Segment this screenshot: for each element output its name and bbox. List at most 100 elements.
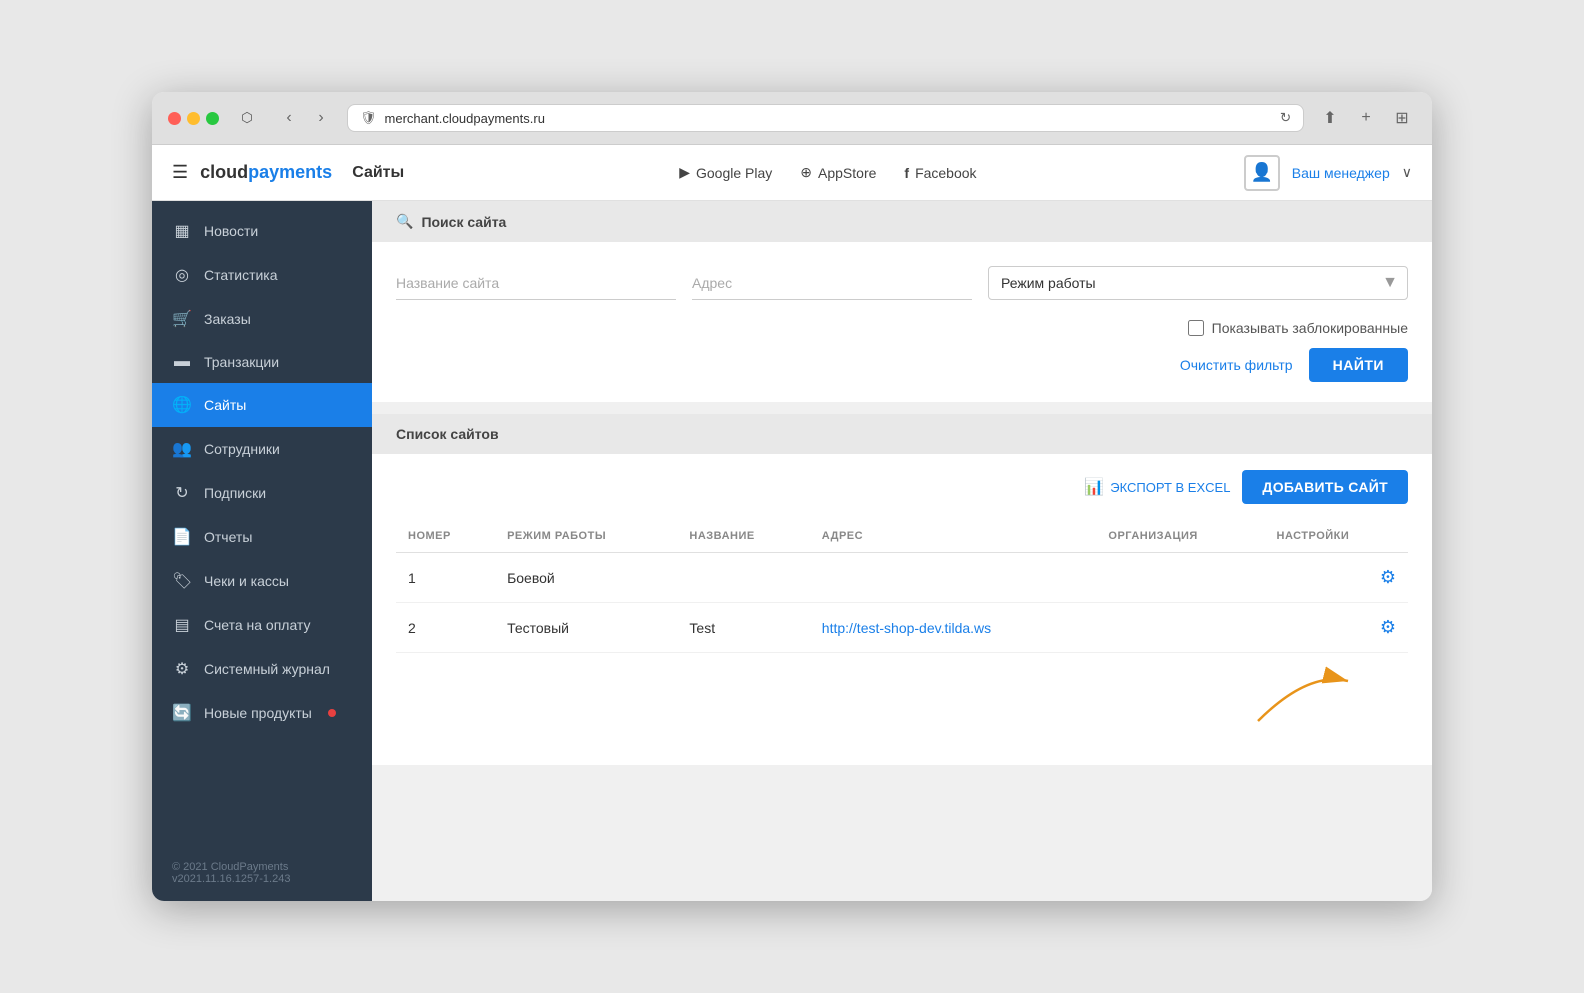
sidebar-label-invoices: Счета на оплату xyxy=(204,617,311,633)
table-header-row: НОМЕР РЕЖИМ РАБОТЫ НАЗВАНИЕ АДРЕС ОРГАНИ… xyxy=(396,520,1408,553)
row2-settings-button[interactable]: ⚙ xyxy=(1380,617,1396,638)
sites-table: НОМЕР РЕЖИМ РАБОТЫ НАЗВАНИЕ АДРЕС ОРГАНИ… xyxy=(396,520,1408,653)
close-dot[interactable] xyxy=(168,112,181,125)
sidebar-item-newproducts[interactable]: 🔄 Новые продукты xyxy=(152,691,372,735)
search-form: Режим работы Боевой Тестовый ▼ Показыват… xyxy=(372,242,1432,402)
sidebar-label-sites: Сайты xyxy=(204,397,246,413)
top-bar: ☰ cloudpayments Сайты ▶ Google Play ⊕ Ap… xyxy=(152,145,1432,201)
sidebar-label-statistics: Статистика xyxy=(204,267,278,283)
sidebar-label-reports: Отчеты xyxy=(204,529,252,545)
sidebar-item-news[interactable]: ▦ Новости xyxy=(152,209,372,253)
table-body: 1 Боевой ⚙ 2 xyxy=(396,553,1408,653)
sidebar-item-invoices[interactable]: ▤ Счета на оплату xyxy=(152,603,372,647)
mode-select[interactable]: Режим работы Боевой Тестовый xyxy=(988,266,1408,300)
sidebar-item-subscriptions[interactable]: ↻ Подписки xyxy=(152,471,372,515)
row2-organization xyxy=(1096,603,1264,653)
extensions-button[interactable]: ⊞ xyxy=(1388,104,1416,132)
sidebar-item-reports[interactable]: 📄 Отчеты xyxy=(152,515,372,559)
sites-toolbar: 📊 ЭКСПОРТ В EXCEL ДОБАВИТЬ САЙТ xyxy=(396,470,1408,504)
address-input[interactable] xyxy=(692,267,972,300)
sidebar-label-subscriptions: Подписки xyxy=(204,485,266,501)
share-button[interactable]: ⬆ xyxy=(1316,104,1344,132)
row1-mode: Боевой xyxy=(495,553,677,603)
reload-button[interactable]: ↻ xyxy=(1280,110,1291,126)
chevron-down-icon[interactable]: ∨ xyxy=(1402,164,1412,181)
employees-icon: 👥 xyxy=(172,439,192,459)
app-layout: ▦ Новости ◎ Статистика 🛒 Заказы ▬ Транза… xyxy=(152,201,1432,901)
logo-cloud-part: cloud xyxy=(200,162,248,182)
export-excel-button[interactable]: 📊 ЭКСПОРТ В EXCEL xyxy=(1084,477,1230,497)
site-name-input[interactable] xyxy=(396,267,676,300)
clear-filter-button[interactable]: Очистить фильтр xyxy=(1176,349,1297,381)
new-tab-button[interactable]: + xyxy=(1352,104,1380,132)
invoices-icon: ▤ xyxy=(172,615,192,635)
show-blocked-checkbox[interactable] xyxy=(1188,320,1204,336)
sidebar-item-transactions[interactable]: ▬ Транзакции xyxy=(152,341,372,383)
sidebar-label-receipts: Чеки и кассы xyxy=(204,573,289,589)
sites-list-container: 📊 ЭКСПОРТ В EXCEL ДОБАВИТЬ САЙТ НОМЕР РЕ… xyxy=(372,454,1432,765)
maximize-dot[interactable] xyxy=(206,112,219,125)
shield-icon: 🛡 xyxy=(360,110,377,126)
sidebar-label-employees: Сотрудники xyxy=(204,441,280,457)
sites-section: Список сайтов 📊 ЭКСПОРТ В EXCEL ДОБАВИТЬ… xyxy=(372,414,1432,765)
browser-actions: ⬆ + ⊞ xyxy=(1316,104,1416,132)
facebook-link[interactable]: f Facebook xyxy=(904,165,976,181)
col-name: НАЗВАНИЕ xyxy=(677,520,809,553)
minimize-dot[interactable] xyxy=(187,112,200,125)
address-bar[interactable]: 🛡 merchant.cloudpayments.ru ↻ xyxy=(347,104,1304,132)
search-section-header: 🔍 Поиск сайта xyxy=(372,201,1432,242)
footer-line2: v2021.11.16.1257-1.243 xyxy=(172,873,352,885)
row2-mode: Тестовый xyxy=(495,603,677,653)
google-play-link[interactable]: ▶ Google Play xyxy=(679,164,772,181)
sidebar-item-statistics[interactable]: ◎ Статистика xyxy=(152,253,372,297)
form-row-inputs: Режим работы Боевой Тестовый ▼ xyxy=(396,266,1408,300)
card-icon-symbol: 👤 xyxy=(1251,162,1273,183)
row2-address: http://test-shop-dev.tilda.ws xyxy=(810,603,1097,653)
table-row: 1 Боевой ⚙ xyxy=(396,553,1408,603)
sidebar-item-employees[interactable]: 👥 Сотрудники xyxy=(152,427,372,471)
row1-address xyxy=(810,553,1097,603)
add-site-button[interactable]: ДОБАВИТЬ САЙТ xyxy=(1242,470,1408,504)
receipts-icon: 🏷 xyxy=(172,571,192,591)
row1-number: 1 xyxy=(396,553,495,603)
forward-button[interactable]: › xyxy=(307,104,335,132)
row2-name: Test xyxy=(677,603,809,653)
row2-settings: ⚙ xyxy=(1265,603,1408,653)
reports-icon: 📄 xyxy=(172,527,192,547)
logo: cloudpayments xyxy=(200,162,332,183)
row2-address-link[interactable]: http://test-shop-dev.tilda.ws xyxy=(822,620,991,636)
top-bar-nav: ▶ Google Play ⊕ AppStore f Facebook xyxy=(412,164,1244,181)
sidebar-item-sites[interactable]: 🌐 Сайты xyxy=(152,383,372,427)
statistics-icon: ◎ xyxy=(172,265,192,285)
col-mode: РЕЖИМ РАБОТЫ xyxy=(495,520,677,553)
sidebar-label-newproducts: Новые продукты xyxy=(204,705,312,721)
sidebar-item-receipts[interactable]: 🏷 Чеки и кассы xyxy=(152,559,372,603)
manager-card-icon[interactable]: 👤 xyxy=(1244,155,1280,191)
appstore-icon: ⊕ xyxy=(800,164,812,181)
form-row-checkbox: Показывать заблокированные xyxy=(396,312,1408,336)
sidebar-toggle-btn[interactable]: ⬡ xyxy=(231,104,263,132)
sidebar-item-systemlog[interactable]: ⚙ Системный журнал xyxy=(152,647,372,691)
row1-settings: ⚙ xyxy=(1265,553,1408,603)
show-blocked-text: Показывать заблокированные xyxy=(1212,320,1408,336)
col-address: АДРЕС xyxy=(810,520,1097,553)
browser-chrome: ⬡ ‹ › 🛡 merchant.cloudpayments.ru ↻ ⬆ + … xyxy=(152,92,1432,145)
col-organization: ОРГАНИЗАЦИЯ xyxy=(1096,520,1264,553)
appstore-link[interactable]: ⊕ AppStore xyxy=(800,164,876,181)
hamburger-button[interactable]: ☰ xyxy=(172,162,188,183)
search-button[interactable]: НАЙТИ xyxy=(1309,348,1408,382)
col-number: НОМЕР xyxy=(396,520,495,553)
col-settings: НАСТРОЙКИ xyxy=(1265,520,1408,553)
sidebar-label-systemlog: Системный журнал xyxy=(204,661,330,677)
app-wrapper: ☰ cloudpayments Сайты ▶ Google Play ⊕ Ap… xyxy=(152,145,1432,901)
facebook-icon: f xyxy=(904,165,909,181)
row1-settings-button[interactable]: ⚙ xyxy=(1380,567,1396,588)
subscriptions-icon: ↻ xyxy=(172,483,192,503)
sites-section-title: Список сайтов xyxy=(396,426,499,442)
sidebar-item-orders[interactable]: 🛒 Заказы xyxy=(152,297,372,341)
manager-text[interactable]: Ваш менеджер xyxy=(1292,165,1390,181)
top-bar-left: ☰ cloudpayments Сайты xyxy=(172,162,412,183)
back-button[interactable]: ‹ xyxy=(275,104,303,132)
show-blocked-label[interactable]: Показывать заблокированные xyxy=(1188,320,1408,336)
news-icon: ▦ xyxy=(172,221,192,241)
